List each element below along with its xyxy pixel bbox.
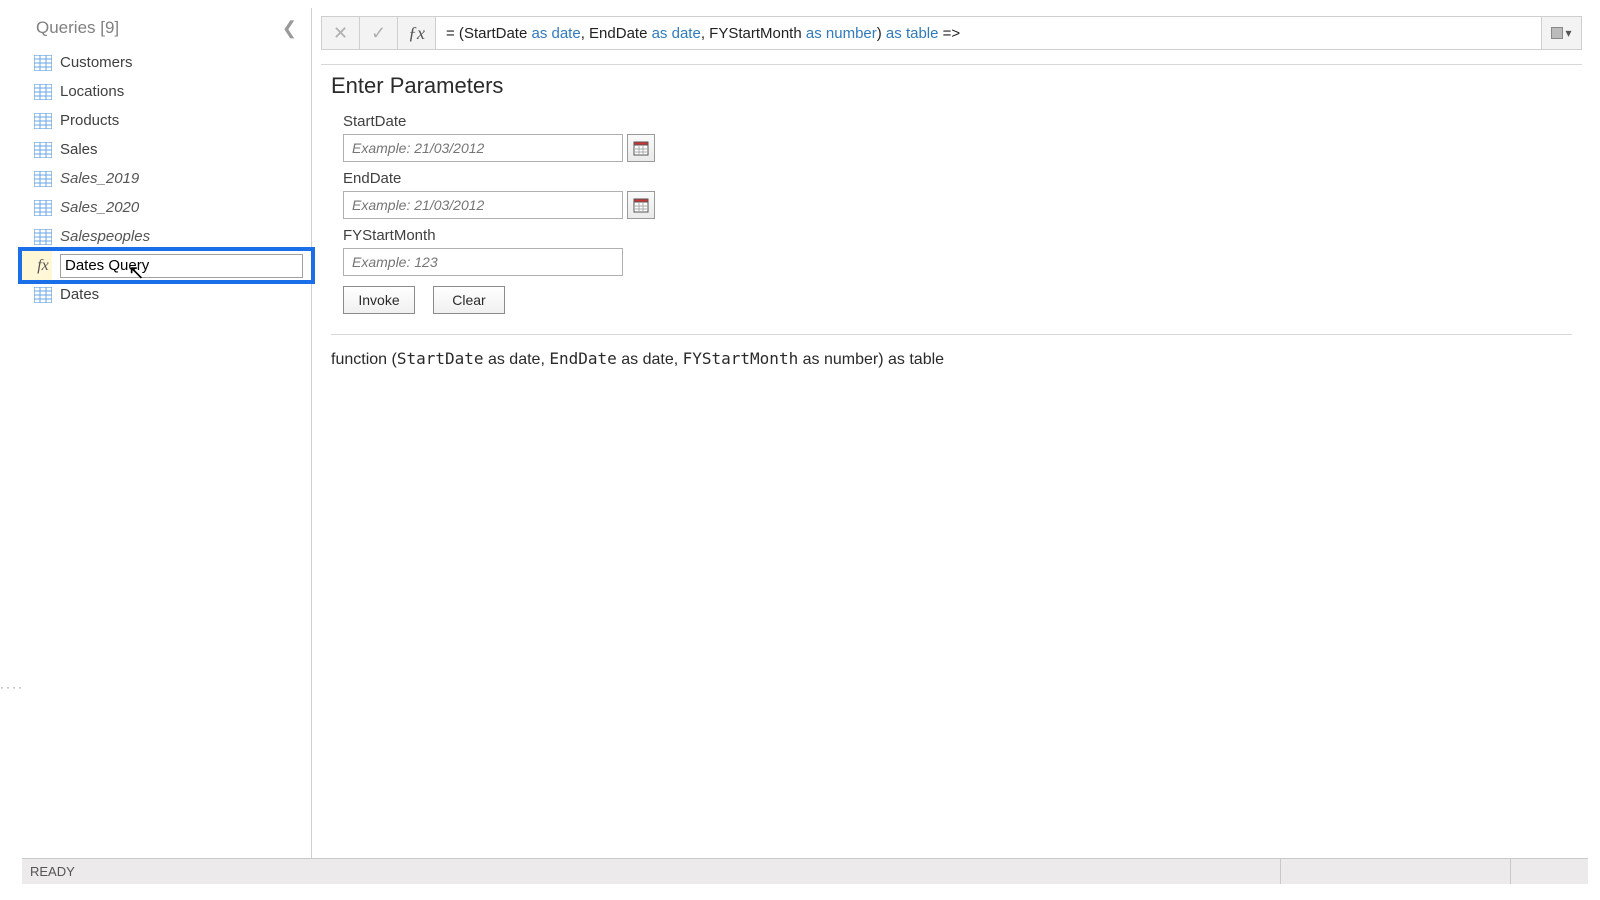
sidebar-item-salespeoples[interactable]: Salespeoples — [22, 222, 311, 251]
function-signature: function (StartDate as date, EndDate as … — [331, 349, 1572, 369]
sidebar-title: Queries [9] — [36, 18, 119, 38]
commit-formula-icon[interactable]: ✓ — [360, 17, 398, 49]
sidebar-item-sales-2020[interactable]: Sales_2020 — [22, 193, 311, 222]
sidebar-item-customers[interactable]: Customers — [22, 48, 311, 77]
sig-text: as date, — [617, 351, 683, 368]
table-icon — [32, 81, 54, 103]
formula-text: , — [701, 25, 709, 42]
sidebar-item-label: Sales_2020 — [60, 199, 139, 216]
param-startdate: StartDate — [343, 113, 1572, 162]
cancel-formula-icon[interactable]: ✕ — [322, 17, 360, 49]
collapse-sidebar-icon[interactable]: ❮ — [278, 18, 301, 39]
formula-keyword: as — [886, 25, 906, 42]
sidebar-item-label: Locations — [60, 83, 124, 100]
param-enddate: EndDate — [343, 170, 1572, 219]
enddate-input[interactable] — [343, 191, 623, 219]
fx-icon[interactable]: ƒx — [398, 17, 436, 49]
invoke-button[interactable]: Invoke — [343, 286, 415, 314]
formula-text: EndDate — [589, 25, 647, 42]
formula-text: , — [581, 25, 589, 42]
sidebar-item-label: Sales_2019 — [60, 170, 139, 187]
startdate-input[interactable] — [343, 134, 623, 162]
date-picker-icon[interactable] — [627, 134, 655, 162]
table-icon — [32, 139, 54, 161]
table-icon — [32, 197, 54, 219]
formula-keyword: as — [527, 25, 551, 42]
sig-text: function ( — [331, 351, 397, 368]
table-icon — [32, 52, 54, 74]
sidebar-item-sales-2019[interactable]: Sales_2019 — [22, 164, 311, 193]
sig-mono: StartDate — [397, 349, 484, 368]
divider — [331, 334, 1572, 335]
table-icon — [32, 168, 54, 190]
sidebar-item-dates[interactable]: Dates — [22, 280, 311, 309]
sidebar-item-label: Salespeoples — [60, 228, 150, 245]
sig-mono: FYStartMonth — [683, 349, 799, 368]
fystartmonth-input[interactable] — [343, 248, 623, 276]
formula-text: = ( — [446, 25, 464, 42]
status-segment — [1280, 859, 1510, 884]
formula-keyword: number — [826, 25, 877, 42]
sidebar-item-label: Sales — [60, 141, 98, 158]
queries-sidebar: Queries [9] ❮ Customers Locations Produc… — [22, 8, 312, 883]
sig-mono: EndDate — [549, 349, 616, 368]
param-label: FYStartMonth — [343, 227, 1572, 244]
sidebar-item-dates-query[interactable]: fx — [22, 251, 311, 280]
sidebar-item-products[interactable]: Products — [22, 106, 311, 135]
parameters-panel: Enter Parameters StartDate EndDate — [321, 64, 1582, 883]
formula-text: StartDate — [464, 25, 527, 42]
sidebar-item-label: Products — [60, 112, 119, 129]
sidebar-item-locations[interactable]: Locations — [22, 77, 311, 106]
formula-keyword: table — [906, 25, 939, 42]
formula-bar: ✕ ✓ ƒx = (StartDate as date, EndDate as … — [321, 16, 1582, 50]
formula-keyword: date — [672, 25, 701, 42]
param-fystartmonth: FYStartMonth — [343, 227, 1572, 276]
sidebar-item-sales[interactable]: Sales — [22, 135, 311, 164]
formula-text: ) — [877, 25, 886, 42]
param-label: EndDate — [343, 170, 1572, 187]
table-icon — [32, 110, 54, 132]
chevron-down-icon: ▾ — [1565, 26, 1571, 40]
status-segment — [1510, 859, 1580, 884]
sidebar-header: Queries [9] ❮ — [22, 8, 311, 48]
formula-bar-expand-icon[interactable]: ▾ — [1541, 17, 1581, 49]
param-label: StartDate — [343, 113, 1572, 130]
status-bar: READY — [22, 858, 1588, 884]
function-icon: fx — [32, 255, 54, 277]
table-icon — [32, 284, 54, 306]
formula-keyword: date — [552, 25, 581, 42]
sig-text: as number) as table — [798, 351, 944, 368]
sidebar-item-label: Dates — [60, 286, 99, 303]
dock-handle-icon[interactable]: ···· — [0, 680, 24, 694]
sidebar-item-label: Customers — [60, 54, 133, 71]
page-title: Enter Parameters — [331, 73, 1572, 99]
date-picker-icon[interactable] — [627, 191, 655, 219]
square-icon — [1551, 27, 1563, 39]
formula-text: FYStartMonth — [709, 25, 802, 42]
clear-button[interactable]: Clear — [433, 286, 505, 314]
formula-keyword: as — [647, 25, 671, 42]
formula-keyword: as — [802, 25, 826, 42]
status-text: READY — [30, 864, 75, 879]
rename-query-input[interactable] — [60, 254, 303, 278]
editor-right-pane: ✕ ✓ ƒx = (StartDate as date, EndDate as … — [313, 8, 1590, 883]
sig-text: as date, — [484, 351, 550, 368]
table-icon — [32, 226, 54, 248]
formula-text: => — [938, 25, 960, 42]
formula-bar-text[interactable]: = (StartDate as date, EndDate as date, F… — [436, 17, 1541, 49]
